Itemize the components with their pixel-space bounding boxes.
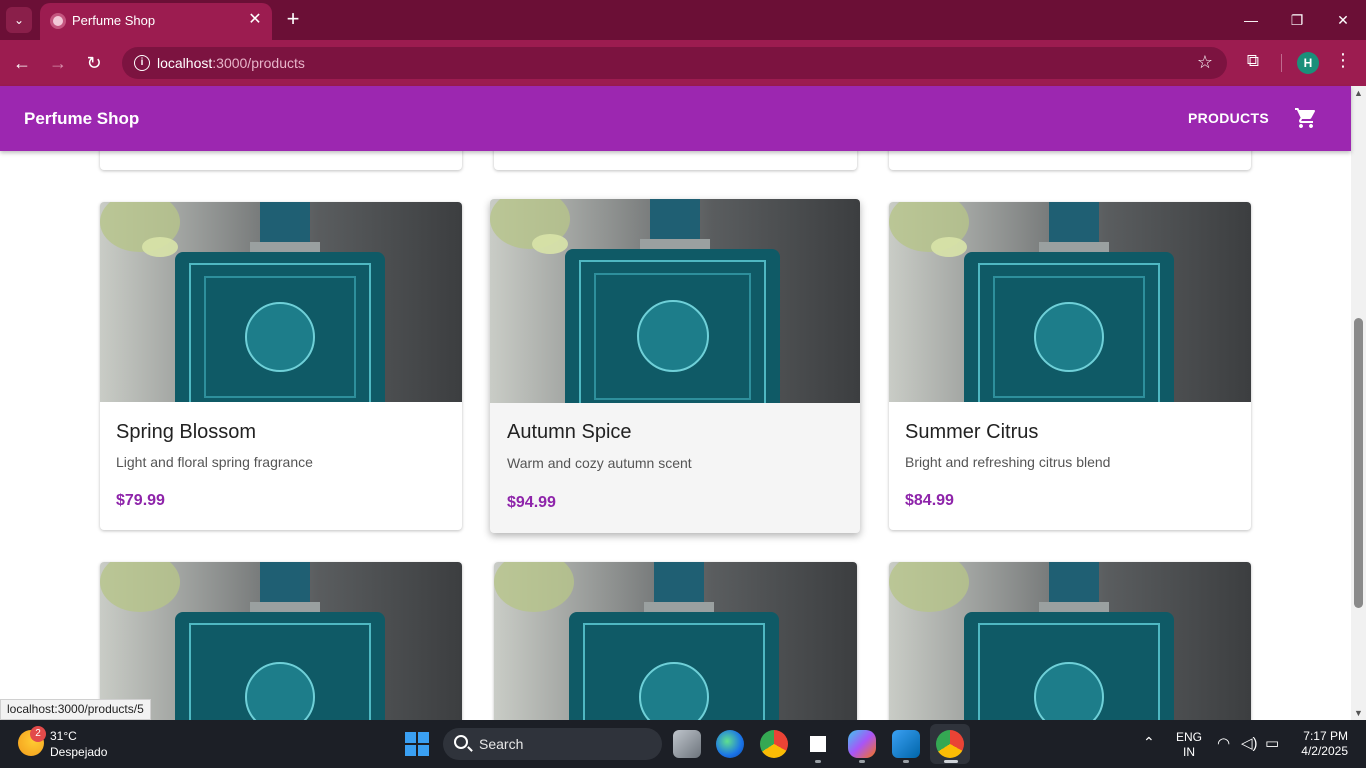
browser-tab-strip: ⌄ Perfume Shop ✕ + — ❐ ✕: [0, 0, 1366, 40]
product-image: [494, 562, 857, 720]
product-image: [490, 199, 860, 403]
back-button[interactable]: ←: [10, 51, 34, 75]
volume-icon[interactable]: ◁): [1241, 734, 1258, 752]
toolbar-divider: [1281, 54, 1282, 72]
browser-menu-icon[interactable]: ⋮: [1334, 50, 1352, 71]
running-indicator: [903, 760, 909, 763]
taskbar-search[interactable]: Search: [443, 728, 662, 760]
language-indicator[interactable]: ENG IN: [1176, 730, 1202, 760]
dev-app-icon[interactable]: [804, 730, 832, 758]
chrome-profile-icon[interactable]: [936, 730, 964, 758]
language-code: ENG: [1176, 730, 1203, 744]
weather-temperature[interactable]: 31°C: [50, 729, 77, 743]
profile-avatar[interactable]: H: [1297, 52, 1319, 74]
running-indicator: [815, 760, 821, 763]
tab-search-button[interactable]: ⌄: [6, 7, 32, 33]
product-card[interactable]: [100, 562, 462, 720]
region-code: IN: [1183, 745, 1195, 759]
favicon-icon: [50, 13, 66, 29]
chrome-icon[interactable]: [760, 730, 788, 758]
product-card[interactable]: [494, 151, 857, 170]
product-price: $94.99: [507, 494, 556, 511]
scroll-down-arrow-icon[interactable]: ▼: [1354, 708, 1363, 718]
product-grid: Spring Blossom Light and floral spring f…: [0, 151, 1351, 720]
product-description: Bright and refreshing citrus blend: [905, 454, 1111, 470]
url-path: :3000/products: [212, 55, 305, 71]
bookmark-star-icon[interactable]: ☆: [1197, 52, 1213, 73]
search-icon: [454, 735, 468, 749]
minimize-button[interactable]: —: [1236, 8, 1266, 32]
app-header: Perfume Shop PRODUCTS: [0, 86, 1351, 151]
address-url[interactable]: localhost:3000/products: [157, 55, 305, 71]
scroll-thumb[interactable]: [1354, 318, 1363, 608]
close-window-button[interactable]: ✕: [1328, 8, 1358, 32]
copilot-icon[interactable]: [848, 730, 876, 758]
wifi-icon[interactable]: ◠: [1217, 734, 1230, 752]
product-image: [100, 562, 462, 720]
url-host: localhost: [157, 55, 213, 71]
product-price: $79.99: [116, 492, 165, 509]
windows-taskbar: 2 31°C Despejado Search ⌃ ENG IN ◠ ◁) ▭ …: [0, 720, 1366, 768]
weather-notification-badge: 2: [30, 726, 46, 742]
nav-products-link[interactable]: PRODUCTS: [1188, 110, 1269, 126]
product-card[interactable]: [889, 151, 1251, 170]
edge-browser-icon[interactable]: [716, 730, 744, 758]
tab-title: Perfume Shop: [72, 13, 156, 28]
clock-time: 7:17 PM: [1303, 729, 1348, 743]
browser-toolbar: ← → ↻ i localhost:3000/products ☆: [0, 40, 1366, 86]
page-scrollbar[interactable]: ▲ ▼: [1351, 86, 1366, 720]
browser-tab-active[interactable]: Perfume Shop ✕: [40, 3, 272, 40]
weather-condition[interactable]: Despejado: [50, 745, 107, 759]
clock-date: 4/2/2025: [1301, 744, 1348, 758]
address-bar[interactable]: i localhost:3000/products ☆: [122, 47, 1227, 79]
product-price: $84.99: [905, 492, 954, 509]
shopping-cart-icon[interactable]: [1294, 106, 1318, 130]
running-indicator: [859, 760, 865, 763]
product-card[interactable]: [100, 151, 462, 170]
product-card-autumn-spice[interactable]: Autumn Spice Warm and cozy autumn scent …: [490, 199, 860, 533]
product-image: [889, 562, 1251, 720]
restore-button[interactable]: ❐: [1282, 8, 1312, 32]
product-description: Light and floral spring fragrance: [116, 454, 313, 470]
search-label: Search: [479, 736, 524, 752]
task-view-icon[interactable]: [673, 730, 701, 758]
link-status-preview: localhost:3000/products/5: [0, 699, 151, 720]
product-name: Spring Blossom: [116, 421, 257, 443]
scroll-up-arrow-icon[interactable]: ▲: [1354, 88, 1363, 98]
product-image: [889, 202, 1251, 402]
show-hidden-icons-chevron-icon[interactable]: ⌃: [1143, 734, 1155, 751]
forward-button[interactable]: →: [46, 51, 70, 75]
active-indicator: [944, 760, 958, 763]
brand-title[interactable]: Perfume Shop: [24, 109, 139, 129]
extensions-puzzle-icon[interactable]: ⧉: [1242, 51, 1264, 73]
new-tab-button[interactable]: +: [282, 8, 304, 30]
product-card[interactable]: [889, 562, 1251, 720]
product-card-spring-blossom[interactable]: Spring Blossom Light and floral spring f…: [100, 202, 462, 530]
product-card[interactable]: [494, 562, 857, 720]
product-name: Autumn Spice: [507, 421, 632, 443]
product-image: [100, 202, 462, 402]
product-description: Warm and cozy autumn scent: [507, 455, 692, 471]
battery-icon[interactable]: ▭: [1265, 734, 1279, 752]
site-info-icon[interactable]: i: [134, 55, 150, 71]
tab-close-icon[interactable]: ✕: [246, 11, 264, 29]
system-clock[interactable]: 7:17 PM 4/2/2025: [1296, 729, 1348, 759]
start-windows-icon[interactable]: [405, 732, 429, 756]
reload-button[interactable]: ↻: [82, 51, 106, 75]
vscode-icon[interactable]: [892, 730, 920, 758]
product-name: Summer Citrus: [905, 421, 1039, 443]
product-card-summer-citrus[interactable]: Summer Citrus Bright and refreshing citr…: [889, 202, 1251, 530]
